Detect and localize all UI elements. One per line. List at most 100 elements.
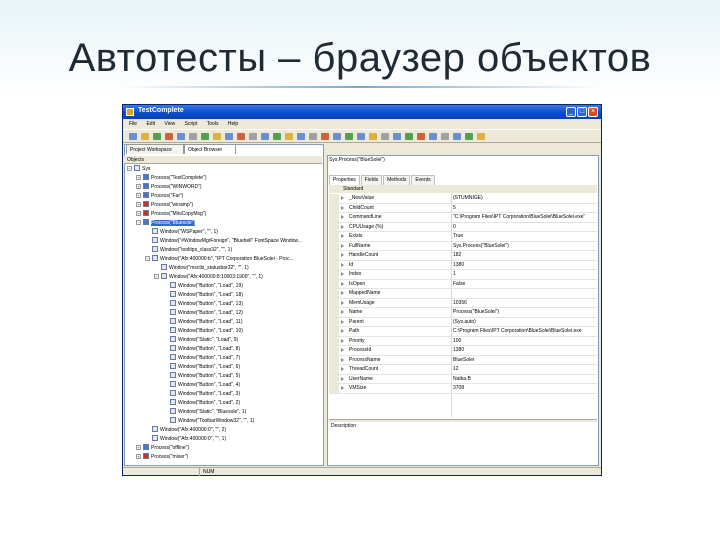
expand-icon[interactable]: + xyxy=(136,211,141,216)
toolbar-button-icon[interactable] xyxy=(297,133,305,140)
expand-icon[interactable]: + xyxy=(136,202,141,207)
tree-item[interactable]: − Window("Afx:400000:b", "IPT Corporation… xyxy=(145,255,294,264)
toolbar-button-icon[interactable] xyxy=(453,133,461,140)
tree-item[interactable]: + Process("WINWORD") xyxy=(136,183,202,192)
tree-item[interactable]: + Process("MiniCopyMsg") xyxy=(136,210,206,219)
tree-item[interactable]: Window("Button", "Load", 10) xyxy=(163,327,243,336)
description-splitter[interactable] xyxy=(329,419,597,422)
property-row[interactable]: MappedName xyxy=(329,289,597,299)
tree-item[interactable]: Window("Button", "Load", 18) xyxy=(163,291,243,300)
tree-item[interactable]: Window("Afx:400000:0", "", 2) xyxy=(145,426,226,435)
expand-icon[interactable]: + xyxy=(136,175,141,180)
tree-item[interactable]: Window("Button", "Load", 6) xyxy=(163,363,240,372)
toolbar-button-icon[interactable] xyxy=(429,133,437,140)
tree-item[interactable]: Window("Static", "Bluesole", 1) xyxy=(163,408,246,417)
tab-methods[interactable]: Methods xyxy=(383,175,411,185)
property-row[interactable]: Id 1380 xyxy=(329,260,597,270)
collapse-icon[interactable]: − xyxy=(136,220,141,225)
tree-item[interactable]: Window("Static", "Load", 9) xyxy=(163,336,238,345)
tree-item[interactable]: + Process("offline") xyxy=(136,444,189,453)
tree-item[interactable]: + Process("TestComplete") xyxy=(136,174,207,183)
tab-events[interactable]: Events xyxy=(411,175,435,185)
property-row[interactable]: ProcessId 1380 xyxy=(329,346,597,356)
tree-item[interactable]: − Sys xyxy=(127,165,150,174)
tree-item[interactable]: + Process("winamp") xyxy=(136,201,193,210)
toolbar-button-icon[interactable] xyxy=(333,133,341,140)
collapse-icon[interactable]: − xyxy=(154,274,159,279)
toolbar-button-icon[interactable] xyxy=(153,133,161,140)
expand-icon[interactable]: + xyxy=(136,184,141,189)
property-row[interactable]: UserName Natka.B xyxy=(329,374,597,384)
expand-icon[interactable]: + xyxy=(136,193,141,198)
toolbar-button-icon[interactable] xyxy=(381,133,389,140)
property-row[interactable]: MemUsage 10356 xyxy=(329,298,597,308)
tab-properties[interactable]: Properties xyxy=(329,175,360,185)
property-row[interactable]: ProcessName BlueSolei xyxy=(329,355,597,365)
tree-item[interactable]: Window("Button", "Load", 3) xyxy=(163,390,240,399)
toolbar-button-icon[interactable] xyxy=(321,133,329,140)
collapse-icon[interactable]: − xyxy=(127,166,132,171)
toolbar-button-icon[interactable] xyxy=(477,133,485,140)
property-row[interactable]: CommandLine "C:\Program Files\IPT Corpora… xyxy=(329,213,597,223)
tree-item[interactable]: − Process("Bluesole") xyxy=(136,219,196,228)
toolbar-button-icon[interactable] xyxy=(441,133,449,140)
minimize-button[interactable]: _ xyxy=(566,107,576,117)
tree-item[interactable]: Window("Button", "Load", 7) xyxy=(163,354,240,363)
menu-tools[interactable]: Tools xyxy=(207,119,219,129)
tree-item[interactable]: Window("tooltips_class32", "", 1) xyxy=(145,246,232,255)
tree-item[interactable]: − Window("Afx:400000:8:10003:1900", "", 1… xyxy=(154,273,263,282)
property-row[interactable]: HandleCount 182 xyxy=(329,251,597,261)
toolbar-button-icon[interactable] xyxy=(369,133,377,140)
menu-help[interactable]: Help xyxy=(228,119,238,129)
tab-fields[interactable]: Fields xyxy=(360,175,383,185)
toolbar-button-icon[interactable] xyxy=(261,133,269,140)
toolbar-button-icon[interactable] xyxy=(357,133,365,140)
toolbar-button-icon[interactable] xyxy=(201,133,209,140)
toolbar-button-icon[interactable] xyxy=(141,133,149,140)
tree-item[interactable]: Window("Button", "Load", 8) xyxy=(163,345,240,354)
toolbar-button-icon[interactable] xyxy=(393,133,401,140)
toolbar-button-icon[interactable] xyxy=(129,133,137,140)
window-titlebar[interactable]: TestComplete _ □ × xyxy=(123,105,601,119)
property-row[interactable]: VMSize 3708 xyxy=(329,384,597,394)
property-row[interactable]: Priority 100 xyxy=(329,336,597,346)
property-row[interactable]: Name Process("BlueSolei") xyxy=(329,308,597,318)
expand-icon[interactable]: + xyxy=(136,445,141,450)
toolbar-button-icon[interactable] xyxy=(345,133,353,140)
toolbar-button-icon[interactable] xyxy=(417,133,425,140)
property-row[interactable]: CPUUsage (%) 0 xyxy=(329,222,597,232)
tree-item[interactable]: Window("WSPaper", "", 1) xyxy=(145,228,218,237)
tree-item[interactable]: Window("Button", "Load", 11) xyxy=(163,318,243,327)
menu-file[interactable]: File xyxy=(129,119,137,129)
property-row[interactable]: ChildCount 5 xyxy=(329,203,597,213)
tree-item[interactable]: + Process("mixer") xyxy=(136,453,188,462)
object-tree[interactable]: − Sys + Process("TestComplete") + Process("WI… xyxy=(124,165,322,465)
tab-object-browser[interactable]: Object Browser xyxy=(184,144,236,154)
toolbar-button-icon[interactable] xyxy=(249,133,257,140)
tree-item[interactable]: Window("Button", "Load", 13) xyxy=(163,300,243,309)
tree-item[interactable]: Window("Button", "Load", 19) xyxy=(163,282,243,291)
toolbar-button-icon[interactable] xyxy=(309,133,317,140)
menu-edit[interactable]: Edit xyxy=(146,119,155,129)
tree-item[interactable]: Window("Afx:400000:0", "", 1) xyxy=(145,435,226,444)
tree-item[interactable]: Window("msctls_statusbar32", "", 1) xyxy=(154,264,249,273)
collapse-icon[interactable]: − xyxy=(145,256,150,261)
toolbar-button-icon[interactable] xyxy=(237,133,245,140)
toolbar-button-icon[interactable] xyxy=(225,133,233,140)
property-row[interactable]: Parent (Sys.auto) xyxy=(329,317,597,327)
toolbar-button-icon[interactable] xyxy=(285,133,293,140)
menu-script[interactable]: Script xyxy=(185,119,198,129)
tree-item[interactable]: Window("Button", "Load", 2) xyxy=(163,399,240,408)
property-row[interactable]: _NewValue (STUMNIGE) xyxy=(329,194,597,204)
toolbar-button-icon[interactable] xyxy=(189,133,197,140)
tab-project-workspace[interactable]: Project Workspace xyxy=(126,144,184,154)
toolbar-button-icon[interactable] xyxy=(273,133,281,140)
property-row[interactable]: FullName Sys.Process("BlueSolei") xyxy=(329,241,597,251)
menu-view[interactable]: View xyxy=(164,119,175,129)
tree-item[interactable]: + Process("Far") xyxy=(136,192,183,201)
toolbar-button-icon[interactable] xyxy=(177,133,185,140)
toolbar-button-icon[interactable] xyxy=(465,133,473,140)
tree-item[interactable]: Window("Button", "Load", 12) xyxy=(163,309,243,318)
maximize-button[interactable]: □ xyxy=(577,107,587,117)
property-row[interactable]: Path C:\Program Files\IPT Corporation\Blu… xyxy=(329,327,597,337)
